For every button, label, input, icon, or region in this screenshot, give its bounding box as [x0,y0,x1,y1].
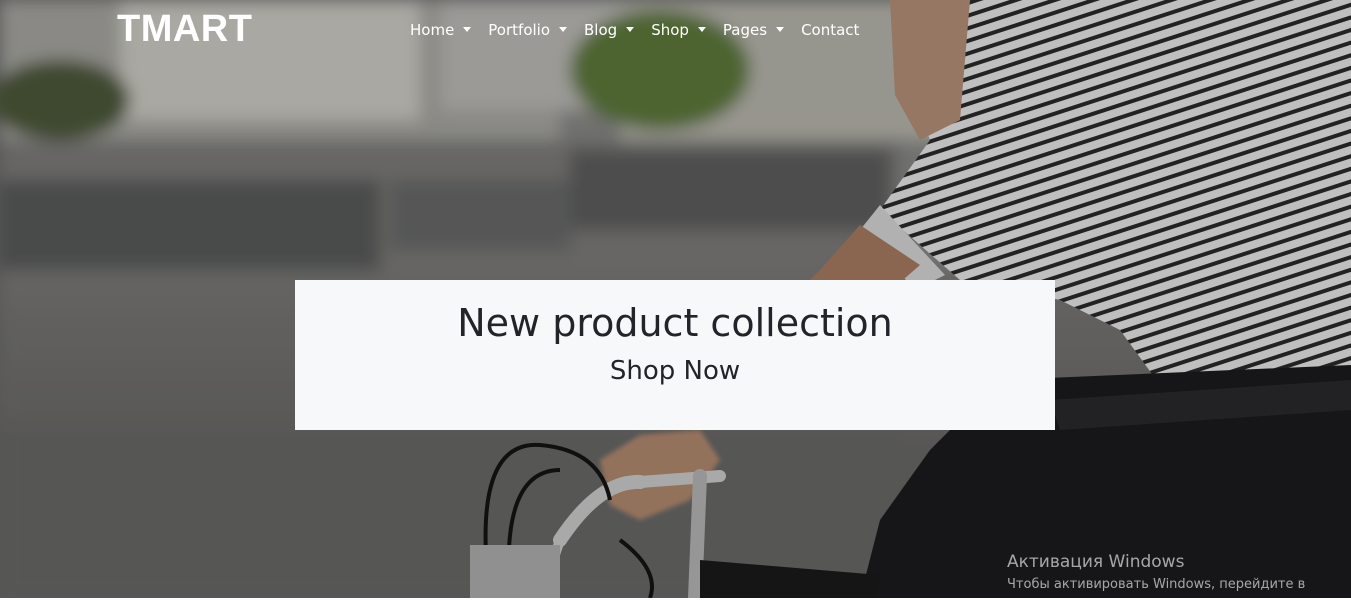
nav-item-blog[interactable]: Blog [584,20,635,40]
nav-item-label: Shop [651,21,689,39]
nav-item-label: Blog [584,21,618,39]
caret-down-icon [776,27,785,32]
shop-now-link[interactable]: Shop Now [295,354,1055,388]
nav-item-shop[interactable]: Shop [651,20,706,40]
nav-item-contact[interactable]: Contact [801,20,859,40]
nav-item-label: Portfolio [488,21,551,39]
caret-down-icon [463,27,472,32]
nav-item-pages[interactable]: Pages [722,20,785,40]
main-navigation: Home Portfolio Blog Shop Pages Contact [410,20,876,40]
nav-item-label: Pages [722,21,768,39]
nav-item-label: Home [410,21,455,39]
caret-down-icon [559,27,568,32]
nav-item-label: Contact [801,21,860,39]
hero-title: New product collection [457,301,893,345]
windows-activation-watermark: Активация Windows Чтобы активировать Win… [1007,551,1305,594]
hero-cta-card: New product collection Shop Now [295,280,1055,430]
watermark-title: Активация Windows [1007,552,1185,572]
brand-logo[interactable]: TMART [117,7,252,51]
caret-down-icon [626,27,635,32]
watermark-subtitle: Чтобы активировать Windows, перейдите в [1007,577,1306,592]
nav-item-home[interactable]: Home [410,20,472,40]
hero-banner: TMART Home Portfolio Blog Shop Pages Con… [0,0,1351,598]
nav-item-portfolio[interactable]: Portfolio [488,20,568,40]
caret-down-icon [697,27,706,32]
